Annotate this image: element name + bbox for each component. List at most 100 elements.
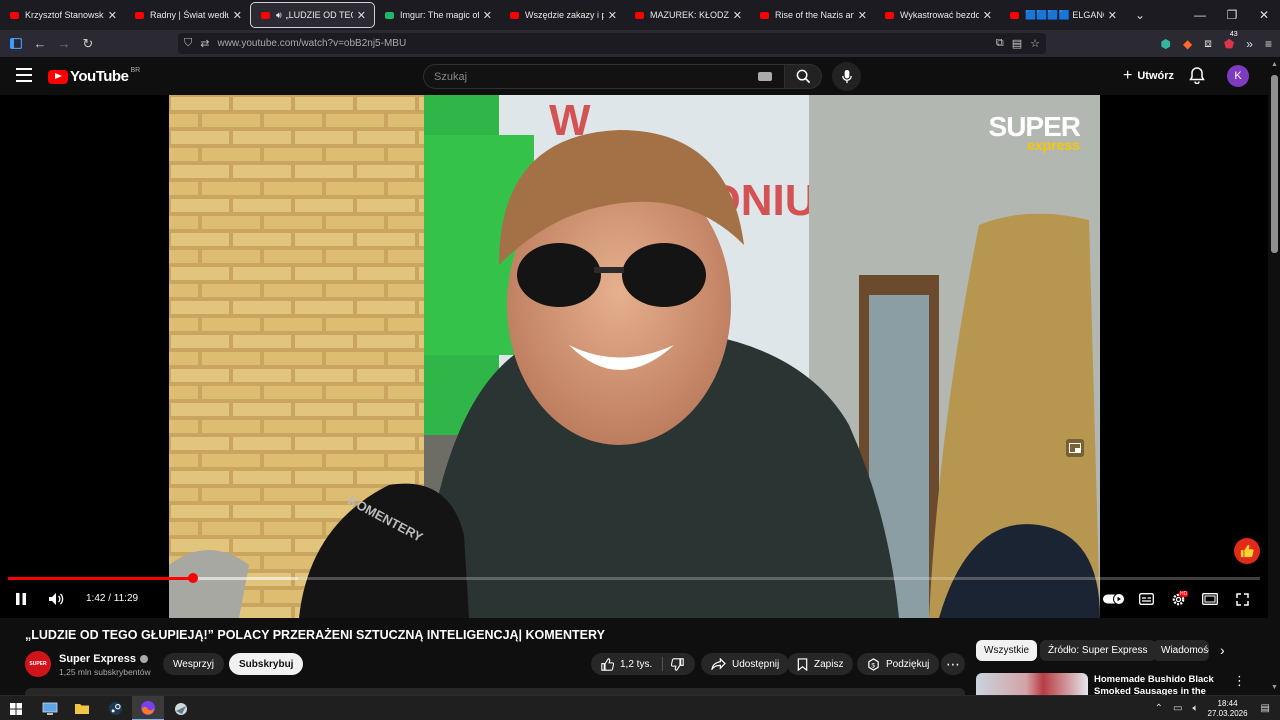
miniplayer-overlay-button[interactable] [1066, 439, 1084, 457]
thanks-label: Podziękuj [886, 658, 930, 670]
overflow-menu-icon[interactable]: » [1246, 37, 1253, 51]
reload-icon[interactable]: ↻ [76, 32, 100, 56]
like-button[interactable]: 1,2 tys. [601, 657, 652, 671]
close-tab-icon[interactable]: ✕ [858, 9, 867, 22]
restore-icon[interactable]: ❐ [1216, 0, 1248, 30]
site-permissions-icon[interactable]: ⇄ [200, 37, 209, 50]
app-menu-icon[interactable]: ≡ [1265, 37, 1272, 51]
browser-tab[interactable]: Radny | Świat według Kie ✕ [125, 0, 250, 30]
taskbar-steam[interactable] [99, 696, 131, 720]
more-actions-button[interactable]: ⋯ [941, 653, 965, 675]
minimize-icon[interactable]: — [1184, 0, 1216, 30]
notifications-center-icon[interactable]: ▤ [1261, 703, 1270, 714]
picture-in-picture-icon[interactable]: ⧉ [996, 37, 1004, 50]
search-button[interactable] [784, 64, 822, 89]
browser-tab[interactable]: Wykastrować bezdomno ✕ [875, 0, 1000, 30]
guide-menu-icon[interactable] [16, 68, 32, 82]
description-box[interactable] [25, 688, 965, 695]
forward-icon[interactable]: → [52, 32, 76, 56]
list-all-tabs-icon[interactable]: ⌄ [1135, 8, 1145, 22]
settings-button[interactable] [1167, 585, 1189, 613]
browser-tab[interactable]: 🔊︎„LUDZIE OD TEGO G ✕ [250, 2, 375, 28]
address-bar[interactable]: ⛉ ⇄ www.youtube.com/watch?v=obB2nj5-MBU … [178, 33, 1046, 54]
close-tab-icon[interactable]: ✕ [483, 9, 492, 22]
close-tab-icon[interactable]: ✕ [1108, 9, 1117, 22]
scroll-up-icon[interactable]: ▲ [1271, 61, 1278, 68]
close-tab-icon[interactable]: ✕ [233, 9, 242, 22]
browser-tab-title: Wszędzie zakazy i preter [525, 10, 604, 20]
taskbar-computer[interactable] [34, 696, 66, 720]
keyboard-icon[interactable] [758, 72, 772, 81]
subscribe-button[interactable]: Subskrybuj [229, 653, 304, 675]
subtitles-button[interactable] [1135, 585, 1157, 613]
bookmark-star-icon[interactable]: ☆ [1030, 37, 1040, 50]
channel-name[interactable]: Super Express [59, 653, 136, 665]
clock[interactable]: 18:44 27.03.2026 [1208, 699, 1248, 719]
browser-tab[interactable]: 🟦🟦🟦🟦 ELGANO ✕ [1000, 0, 1125, 30]
channel-name-link[interactable]: Super Express [59, 653, 149, 665]
ublock-extension-icon[interactable]: ⬟ 43 [1224, 31, 1238, 51]
chip-all[interactable]: Wszystkie [976, 640, 1037, 661]
back-icon[interactable]: ← [28, 32, 52, 56]
network-icon[interactable]: ▭ [1173, 703, 1182, 714]
show-hidden-icons-icon[interactable]: ⌃ [1155, 703, 1163, 714]
browser-tab[interactable]: Imgur: The magic of the ✕ [375, 0, 500, 30]
progress-bar[interactable] [8, 573, 1260, 583]
fox-extension-icon[interactable]: ◆ [1183, 37, 1192, 51]
chevron-right-icon[interactable]: › [1220, 642, 1225, 658]
autoplay-toggle[interactable] [1102, 585, 1126, 613]
scrollbar-thumb[interactable] [1271, 75, 1278, 253]
shield-extension-icon[interactable]: ⬢ [1161, 37, 1171, 51]
support-button[interactable]: Wesprzyj [163, 653, 224, 675]
browser-tab[interactable]: MAZUREK: KŁODZKO, PE ✕ [625, 0, 750, 30]
more-vertical-icon[interactable]: ⋮ [1233, 673, 1246, 689]
chip-from-channel[interactable]: Źródło: Super Express [1040, 640, 1156, 661]
super-express-watermark: SUPER express [989, 113, 1081, 153]
thanks-button[interactable]: $ Podziękuj [857, 653, 940, 675]
recommendation-title[interactable]: Homemade Bushido Black Smoked Sausages i… [1094, 674, 1219, 695]
notifications-button[interactable] [1189, 66, 1205, 87]
sidebar-toggle-icon[interactable] [4, 32, 28, 56]
close-tab-icon[interactable]: ✕ [357, 9, 366, 22]
reader-view-icon[interactable]: ▤ [1012, 37, 1022, 50]
subscriber-count: 1,25 mln subskrybentów [59, 667, 151, 677]
close-tab-icon[interactable]: ✕ [108, 9, 117, 22]
start-button[interactable] [0, 696, 32, 720]
video-frame[interactable]: W DNIU KOMENTERY SUPER express [169, 95, 1100, 618]
account-avatar[interactable]: K [1227, 65, 1249, 87]
close-tab-icon[interactable]: ✕ [733, 9, 742, 22]
page-scrollbar[interactable]: ▲ ▼ [1268, 57, 1280, 695]
extensions-icon[interactable]: ⧈ [1204, 36, 1212, 51]
search-input[interactable]: Szukaj [434, 71, 758, 83]
taskbar-app[interactable] [165, 696, 197, 720]
taskbar-explorer[interactable] [66, 696, 98, 720]
voice-search-button[interactable] [832, 62, 861, 91]
pause-button[interactable] [10, 585, 32, 613]
youtube-logo[interactable]: YouTube BR [48, 67, 140, 85]
browser-tab[interactable]: Krzysztof Stanowski. W ja ✕ [0, 0, 125, 30]
search-box[interactable]: Szukaj [423, 64, 785, 89]
fullscreen-button[interactable] [1231, 585, 1253, 613]
create-button[interactable]: + Utwórz [1115, 63, 1182, 89]
taskbar-firefox[interactable] [132, 696, 164, 720]
dislike-button[interactable] [671, 657, 684, 671]
browser-tab[interactable]: Wszędzie zakazy i preter ✕ [500, 0, 625, 30]
tab-audio-icon[interactable]: 🔊︎ [276, 10, 282, 21]
close-window-icon[interactable]: ✕ [1248, 0, 1280, 30]
chip-news[interactable]: Wiadomości [1153, 640, 1209, 661]
browser-tab[interactable]: Rise of the Nazis and Ad ✕ [750, 0, 875, 30]
share-button[interactable]: Udostępnij [701, 653, 790, 675]
window-controls: — ❐ ✕ [1184, 0, 1280, 30]
channel-avatar[interactable]: SUPER [25, 651, 51, 677]
theater-mode-button[interactable] [1199, 585, 1221, 613]
url-text[interactable]: www.youtube.com/watch?v=obB2nj5-MBU [217, 38, 406, 49]
scroll-down-icon[interactable]: ▼ [1271, 684, 1278, 691]
close-tab-icon[interactable]: ✕ [983, 9, 992, 22]
mute-button[interactable] [44, 585, 68, 613]
recommendation-thumbnail[interactable] [976, 673, 1088, 695]
close-tab-icon[interactable]: ✕ [608, 9, 617, 22]
shield-icon[interactable]: ⛉ [184, 37, 192, 50]
save-button[interactable]: Zapisz [787, 653, 854, 675]
video-player[interactable]: W DNIU KOMENTERY SUPER express 1:42 / 11… [0, 95, 1268, 618]
speaker-icon[interactable]: 🔈︎ [1193, 703, 1199, 714]
